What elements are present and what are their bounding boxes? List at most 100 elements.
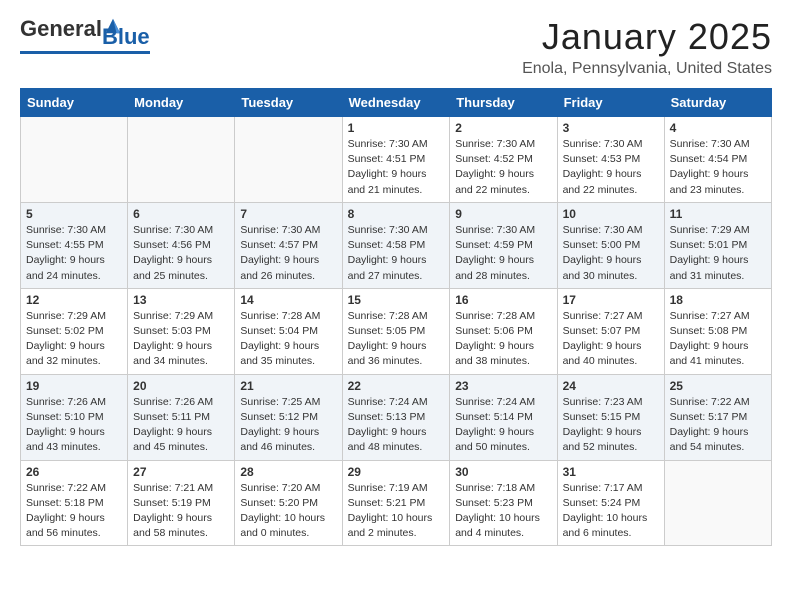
day-number: 24 xyxy=(563,379,659,393)
day-info: Sunrise: 7:26 AM Sunset: 5:10 PM Dayligh… xyxy=(26,395,122,456)
calendar-table: SundayMondayTuesdayWednesdayThursdayFrid… xyxy=(20,88,772,546)
calendar-week-row: 19Sunrise: 7:26 AM Sunset: 5:10 PM Dayli… xyxy=(21,374,772,460)
day-info: Sunrise: 7:22 AM Sunset: 5:18 PM Dayligh… xyxy=(26,481,122,542)
day-info: Sunrise: 7:30 AM Sunset: 4:59 PM Dayligh… xyxy=(455,223,551,284)
calendar-cell xyxy=(21,117,128,203)
day-info: Sunrise: 7:26 AM Sunset: 5:11 PM Dayligh… xyxy=(133,395,229,456)
calendar-cell: 1 Sunrise: 7:30 AM Sunset: 4:51 PM Daylig… xyxy=(342,117,450,203)
weekday-header-monday: Monday xyxy=(128,89,235,117)
calendar-cell: 11 Sunrise: 7:29 AM Sunset: 5:01 PM Dayli… xyxy=(664,202,771,288)
calendar-cell: 29 Sunrise: 7:19 AM Sunset: 5:21 PM Dayli… xyxy=(342,460,450,546)
day-number: 9 xyxy=(455,207,551,221)
day-info: Sunrise: 7:30 AM Sunset: 4:57 PM Dayligh… xyxy=(240,223,336,284)
calendar-cell: 24 Sunrise: 7:23 AM Sunset: 5:15 PM Dayli… xyxy=(557,374,664,460)
day-info: Sunrise: 7:19 AM Sunset: 5:21 PM Dayligh… xyxy=(348,481,445,542)
day-number: 20 xyxy=(133,379,229,393)
calendar-cell: 9 Sunrise: 7:30 AM Sunset: 4:59 PM Daylig… xyxy=(450,202,557,288)
day-info: Sunrise: 7:21 AM Sunset: 5:19 PM Dayligh… xyxy=(133,481,229,542)
day-info: Sunrise: 7:29 AM Sunset: 5:01 PM Dayligh… xyxy=(670,223,766,284)
page: General General Blue January 2025 Enola,… xyxy=(0,0,792,566)
calendar-week-row: 1 Sunrise: 7:30 AM Sunset: 4:51 PM Daylig… xyxy=(21,117,772,203)
day-number: 12 xyxy=(26,293,122,307)
day-number: 11 xyxy=(670,207,766,221)
calendar-cell: 13Sunrise: 7:29 AM Sunset: 5:03 PM Dayli… xyxy=(128,288,235,374)
day-info: Sunrise: 7:30 AM Sunset: 4:54 PM Dayligh… xyxy=(670,137,766,198)
day-number: 30 xyxy=(455,465,551,479)
day-number: 31 xyxy=(563,465,659,479)
logo-underline xyxy=(20,51,150,54)
calendar-week-row: 12Sunrise: 7:29 AM Sunset: 5:02 PM Dayli… xyxy=(21,288,772,374)
calendar-cell: 5Sunrise: 7:30 AM Sunset: 4:55 PM Daylig… xyxy=(21,202,128,288)
calendar-cell: 23Sunrise: 7:24 AM Sunset: 5:14 PM Dayli… xyxy=(450,374,557,460)
day-info: Sunrise: 7:17 AM Sunset: 5:24 PM Dayligh… xyxy=(563,481,659,542)
day-number: 5 xyxy=(26,207,122,221)
calendar-cell: 10 Sunrise: 7:30 AM Sunset: 5:00 PM Dayli… xyxy=(557,202,664,288)
calendar-cell xyxy=(664,460,771,546)
day-info: Sunrise: 7:24 AM Sunset: 5:13 PM Dayligh… xyxy=(348,395,445,456)
day-info: Sunrise: 7:28 AM Sunset: 5:06 PM Dayligh… xyxy=(455,309,551,370)
day-info: Sunrise: 7:27 AM Sunset: 5:08 PM Dayligh… xyxy=(670,309,766,370)
location-title: Enola, Pennsylvania, United States xyxy=(522,60,772,78)
day-number: 28 xyxy=(240,465,336,479)
calendar-header-row: SundayMondayTuesdayWednesdayThursdayFrid… xyxy=(21,89,772,117)
day-number: 2 xyxy=(455,121,551,135)
calendar-cell: 30 Sunrise: 7:18 AM Sunset: 5:23 PM Dayli… xyxy=(450,460,557,546)
calendar-cell: 25 Sunrise: 7:22 AM Sunset: 5:17 PM Dayli… xyxy=(664,374,771,460)
day-number: 25 xyxy=(670,379,766,393)
day-info: Sunrise: 7:24 AM Sunset: 5:14 PM Dayligh… xyxy=(455,395,551,456)
weekday-header-tuesday: Tuesday xyxy=(235,89,342,117)
weekday-header-saturday: Saturday xyxy=(664,89,771,117)
header: General General Blue January 2025 Enola,… xyxy=(20,16,772,78)
calendar-cell: 20 Sunrise: 7:26 AM Sunset: 5:11 PM Dayli… xyxy=(128,374,235,460)
calendar-cell: 15 Sunrise: 7:28 AM Sunset: 5:05 PM Dayli… xyxy=(342,288,450,374)
calendar-week-row: 5Sunrise: 7:30 AM Sunset: 4:55 PM Daylig… xyxy=(21,202,772,288)
day-number: 16 xyxy=(455,293,551,307)
logo-blue-text: Blue xyxy=(102,24,150,50)
calendar-cell xyxy=(235,117,342,203)
day-info: Sunrise: 7:20 AM Sunset: 5:20 PM Dayligh… xyxy=(240,481,336,542)
calendar-cell: 4Sunrise: 7:30 AM Sunset: 4:54 PM Daylig… xyxy=(664,117,771,203)
day-info: Sunrise: 7:25 AM Sunset: 5:12 PM Dayligh… xyxy=(240,395,336,456)
title-block: January 2025 Enola, Pennsylvania, United… xyxy=(522,16,772,78)
day-info: Sunrise: 7:18 AM Sunset: 5:23 PM Dayligh… xyxy=(455,481,551,542)
calendar-cell: 8 Sunrise: 7:30 AM Sunset: 4:58 PM Daylig… xyxy=(342,202,450,288)
day-number: 3 xyxy=(563,121,659,135)
day-info: Sunrise: 7:23 AM Sunset: 5:15 PM Dayligh… xyxy=(563,395,659,456)
calendar-cell: 31 Sunrise: 7:17 AM Sunset: 5:24 PM Dayli… xyxy=(557,460,664,546)
calendar-cell: 18 Sunrise: 7:27 AM Sunset: 5:08 PM Dayli… xyxy=(664,288,771,374)
day-number: 22 xyxy=(348,379,445,393)
calendar-cell: 3 Sunrise: 7:30 AM Sunset: 4:53 PM Daylig… xyxy=(557,117,664,203)
day-number: 17 xyxy=(563,293,659,307)
day-info: Sunrise: 7:30 AM Sunset: 4:51 PM Dayligh… xyxy=(348,137,445,198)
day-info: Sunrise: 7:29 AM Sunset: 5:03 PM Dayligh… xyxy=(133,309,229,370)
day-number: 29 xyxy=(348,465,445,479)
calendar-cell: 16 Sunrise: 7:28 AM Sunset: 5:06 PM Dayli… xyxy=(450,288,557,374)
day-info: Sunrise: 7:30 AM Sunset: 4:58 PM Dayligh… xyxy=(348,223,445,284)
weekday-header-thursday: Thursday xyxy=(450,89,557,117)
day-number: 21 xyxy=(240,379,336,393)
day-number: 26 xyxy=(26,465,122,479)
calendar-cell: 21 Sunrise: 7:25 AM Sunset: 5:12 PM Dayli… xyxy=(235,374,342,460)
month-title: January 2025 xyxy=(522,16,772,58)
day-number: 18 xyxy=(670,293,766,307)
day-info: Sunrise: 7:22 AM Sunset: 5:17 PM Dayligh… xyxy=(670,395,766,456)
day-info: Sunrise: 7:30 AM Sunset: 4:53 PM Dayligh… xyxy=(563,137,659,198)
day-number: 8 xyxy=(348,207,445,221)
calendar-cell: 22 Sunrise: 7:24 AM Sunset: 5:13 PM Dayli… xyxy=(342,374,450,460)
calendar-cell: 17Sunrise: 7:27 AM Sunset: 5:07 PM Dayli… xyxy=(557,288,664,374)
day-number: 6 xyxy=(133,207,229,221)
day-info: Sunrise: 7:28 AM Sunset: 5:05 PM Dayligh… xyxy=(348,309,445,370)
day-number: 15 xyxy=(348,293,445,307)
day-info: Sunrise: 7:30 AM Sunset: 5:00 PM Dayligh… xyxy=(563,223,659,284)
calendar-cell: 27Sunrise: 7:21 AM Sunset: 5:19 PM Dayli… xyxy=(128,460,235,546)
day-number: 14 xyxy=(240,293,336,307)
day-info: Sunrise: 7:30 AM Sunset: 4:56 PM Dayligh… xyxy=(133,223,229,284)
day-number: 7 xyxy=(240,207,336,221)
calendar-cell: 2Sunrise: 7:30 AM Sunset: 4:52 PM Daylig… xyxy=(450,117,557,203)
calendar-cell: 26 Sunrise: 7:22 AM Sunset: 5:18 PM Dayli… xyxy=(21,460,128,546)
day-number: 10 xyxy=(563,207,659,221)
weekday-header-wednesday: Wednesday xyxy=(342,89,450,117)
calendar-cell: 28 Sunrise: 7:20 AM Sunset: 5:20 PM Dayli… xyxy=(235,460,342,546)
day-number: 1 xyxy=(348,121,445,135)
weekday-header-sunday: Sunday xyxy=(21,89,128,117)
